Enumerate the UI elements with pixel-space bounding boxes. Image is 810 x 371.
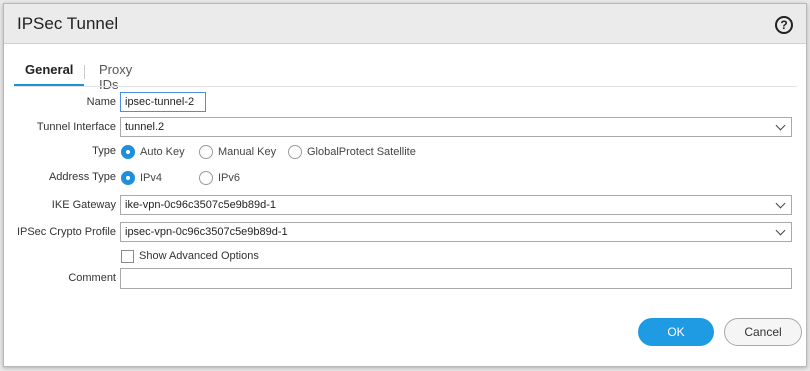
chevron-down-icon xyxy=(775,225,786,236)
tab-separator xyxy=(84,65,85,79)
chevron-down-icon xyxy=(775,120,786,131)
tabs-divider xyxy=(14,86,797,87)
name-label: Name xyxy=(86,96,116,108)
tab-proxy-ids[interactable]: Proxy IDs xyxy=(88,56,143,92)
tunnel-interface-value: tunnel.2 xyxy=(125,121,165,133)
radio-checked-icon xyxy=(121,145,135,159)
ipsec-crypto-profile-value: ipsec-vpn-0c96c3507c5e9b89d-1 xyxy=(125,226,288,238)
type-manual-key-label: Manual Key xyxy=(218,146,277,158)
address-type-label: Address Type xyxy=(48,171,116,183)
ike-gateway-value: ike-vpn-0c96c3507c5e9b89d-1 xyxy=(125,199,277,211)
dialog-titlebar: IPSec Tunnel ? xyxy=(4,4,806,44)
ok-button[interactable]: OK xyxy=(638,318,714,346)
type-globalprotect-satellite-label: GlobalProtect Satellite xyxy=(307,146,416,158)
name-value: ipsec-tunnel-2 xyxy=(125,96,195,108)
address-type-radio-group: IPv4 IPv6 xyxy=(121,171,321,187)
chevron-down-icon xyxy=(775,198,786,209)
type-label: Type xyxy=(92,145,116,157)
address-type-ipv6-label: IPv6 xyxy=(218,172,241,184)
ipsec-crypto-profile-label: IPSec Crypto Profile xyxy=(16,226,116,238)
cancel-button[interactable]: Cancel xyxy=(724,318,802,346)
ike-gateway-label: IKE Gateway xyxy=(51,199,116,211)
radio-unchecked-icon xyxy=(199,171,213,185)
radio-unchecked-icon xyxy=(199,145,213,159)
dialog-title: IPSec Tunnel xyxy=(17,14,119,33)
tunnel-interface-select[interactable]: tunnel.2 xyxy=(120,117,792,137)
radio-unchecked-icon xyxy=(288,145,302,159)
type-radio-group: Auto Key Manual Key GlobalProtect Satell… xyxy=(121,145,521,161)
ipsec-crypto-profile-select[interactable]: ipsec-vpn-0c96c3507c5e9b89d-1 xyxy=(120,222,792,242)
name-field[interactable]: ipsec-tunnel-2 xyxy=(120,92,206,112)
tunnel-interface-label: Tunnel Interface xyxy=(36,121,116,133)
help-icon[interactable]: ? xyxy=(775,16,793,34)
ike-gateway-select[interactable]: ike-vpn-0c96c3507c5e9b89d-1 xyxy=(120,195,792,215)
radio-checked-icon xyxy=(121,171,135,185)
show-advanced-options-label: Show Advanced Options xyxy=(139,250,259,262)
address-type-ipv4-label: IPv4 xyxy=(140,172,163,184)
comment-field[interactable] xyxy=(120,268,792,289)
tab-general[interactable]: General xyxy=(14,56,85,86)
ipsec-tunnel-dialog: IPSec Tunnel ? General Proxy IDs Name ip… xyxy=(3,3,807,367)
comment-label: Comment xyxy=(68,272,116,284)
show-advanced-options-checkbox[interactable] xyxy=(121,250,134,263)
type-auto-key-label: Auto Key xyxy=(140,146,185,158)
